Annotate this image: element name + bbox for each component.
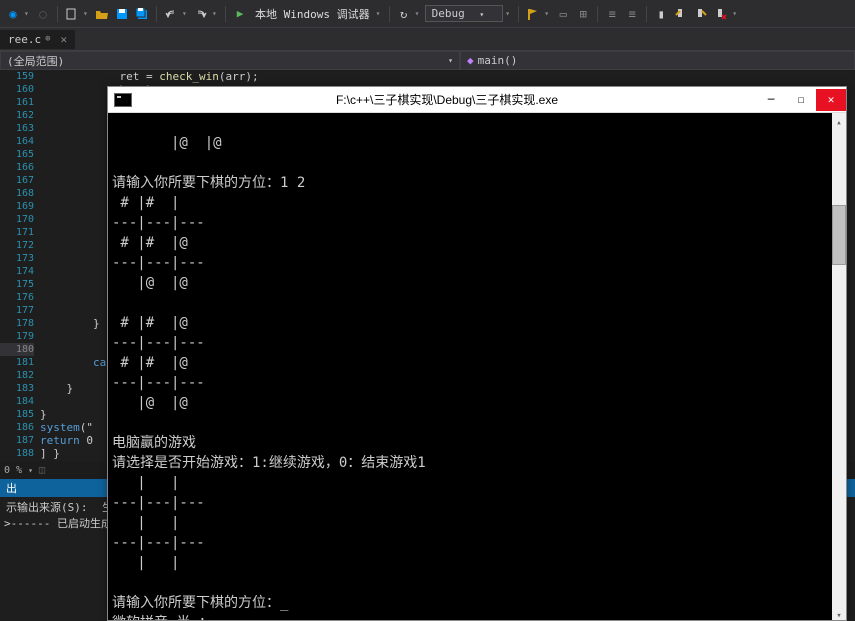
nav-forward-icon[interactable]: ◯: [34, 5, 52, 23]
scroll-thumb[interactable]: [832, 205, 846, 265]
redo-icon[interactable]: [192, 5, 210, 23]
file-tab[interactable]: ree.c ⊕ ✕: [0, 30, 75, 49]
close-button[interactable]: ✕: [816, 89, 846, 111]
separator: [597, 6, 598, 22]
main-toolbar: ◉ ▾ ◯ ▾ ▾ ▾ ▶ 本地 Windows 调试器 ▾ ↻ ▾ Debug…: [0, 0, 855, 28]
line-gutter: 1591601611621631641651661671681691701711…: [0, 70, 40, 483]
bookmark-clear-icon[interactable]: [712, 5, 730, 23]
open-file-icon[interactable]: [93, 5, 111, 23]
scroll-down-icon[interactable]: ▾: [832, 606, 846, 620]
maximize-button[interactable]: ☐: [786, 89, 816, 111]
nav-back-icon[interactable]: ◉: [4, 5, 22, 23]
dropdown-icon[interactable]: ▾: [732, 9, 740, 18]
bookmark-prev-icon[interactable]: [672, 5, 690, 23]
dropdown-icon[interactable]: ▾: [505, 9, 513, 18]
close-icon[interactable]: ✕: [61, 33, 68, 46]
new-file-icon[interactable]: [63, 5, 81, 23]
separator: [389, 6, 390, 22]
console-titlebar[interactable]: F:\c++\三子棋实现\Debug\三子棋实现.exe ─ ☐ ✕: [108, 87, 846, 113]
bookmark-icon[interactable]: ▮: [652, 5, 670, 23]
console-window: F:\c++\三子棋实现\Debug\三子棋实现.exe ─ ☐ ✕ |@ |@…: [107, 86, 847, 621]
scope-combo[interactable]: (全局范围)▾: [0, 51, 460, 70]
comment-icon[interactable]: ⊞: [574, 5, 592, 23]
folder-icon[interactable]: ▭: [554, 5, 572, 23]
indent-icon[interactable]: ≡: [623, 5, 641, 23]
console-icon: [114, 93, 132, 107]
play-icon[interactable]: ▶: [231, 5, 249, 23]
function-combo[interactable]: ◆ main(): [460, 51, 855, 70]
save-icon[interactable]: [113, 5, 131, 23]
dropdown-icon[interactable]: ▾: [28, 466, 33, 475]
config-combo[interactable]: Debug ▾: [425, 5, 504, 22]
dropdown-icon[interactable]: ▾: [24, 9, 32, 18]
separator: [156, 6, 157, 22]
separator: [646, 6, 647, 22]
nav-bar: (全局范围)▾ ◆ main(): [0, 50, 855, 70]
pin-icon[interactable]: ⊕: [45, 34, 50, 44]
output-source-label: 示输出来源(S):: [6, 501, 88, 514]
separator: [225, 6, 226, 22]
refresh-icon[interactable]: ↻: [395, 5, 413, 23]
separator: [57, 6, 58, 22]
tab-bar: ree.c ⊕ ✕: [0, 28, 855, 50]
dropdown-icon[interactable]: ▾: [544, 9, 552, 18]
console-title: F:\c++\三子棋实现\Debug\三子棋实现.exe: [138, 91, 756, 108]
splitter-icon[interactable]: ◫: [39, 465, 45, 476]
tab-label: ree.c: [8, 33, 41, 46]
minimize-button[interactable]: ─: [756, 89, 786, 111]
zoom-level[interactable]: 0 %: [4, 465, 22, 476]
scrollbar[interactable]: ▴ ▾: [832, 113, 846, 620]
undo-icon[interactable]: [162, 5, 180, 23]
dropdown-icon[interactable]: ▾: [212, 9, 220, 18]
bookmark-next-icon[interactable]: [692, 5, 710, 23]
dropdown-icon[interactable]: ▾: [182, 9, 190, 18]
separator: [518, 6, 519, 22]
run-target-label[interactable]: 本地 Windows 调试器: [255, 6, 370, 22]
console-output[interactable]: |@ |@ 请输入你所要下棋的方位：1 2 # |# | ---|---|---…: [108, 113, 846, 620]
scroll-up-icon[interactable]: ▴: [832, 113, 846, 127]
function-icon: ◆: [467, 54, 474, 67]
flag-icon[interactable]: [524, 5, 542, 23]
outdent-icon[interactable]: ≡: [603, 5, 621, 23]
save-all-icon[interactable]: [133, 5, 151, 23]
dropdown-icon[interactable]: ▾: [83, 9, 91, 18]
dropdown-icon[interactable]: ▾: [376, 9, 384, 18]
dropdown-icon[interactable]: ▾: [415, 9, 423, 18]
